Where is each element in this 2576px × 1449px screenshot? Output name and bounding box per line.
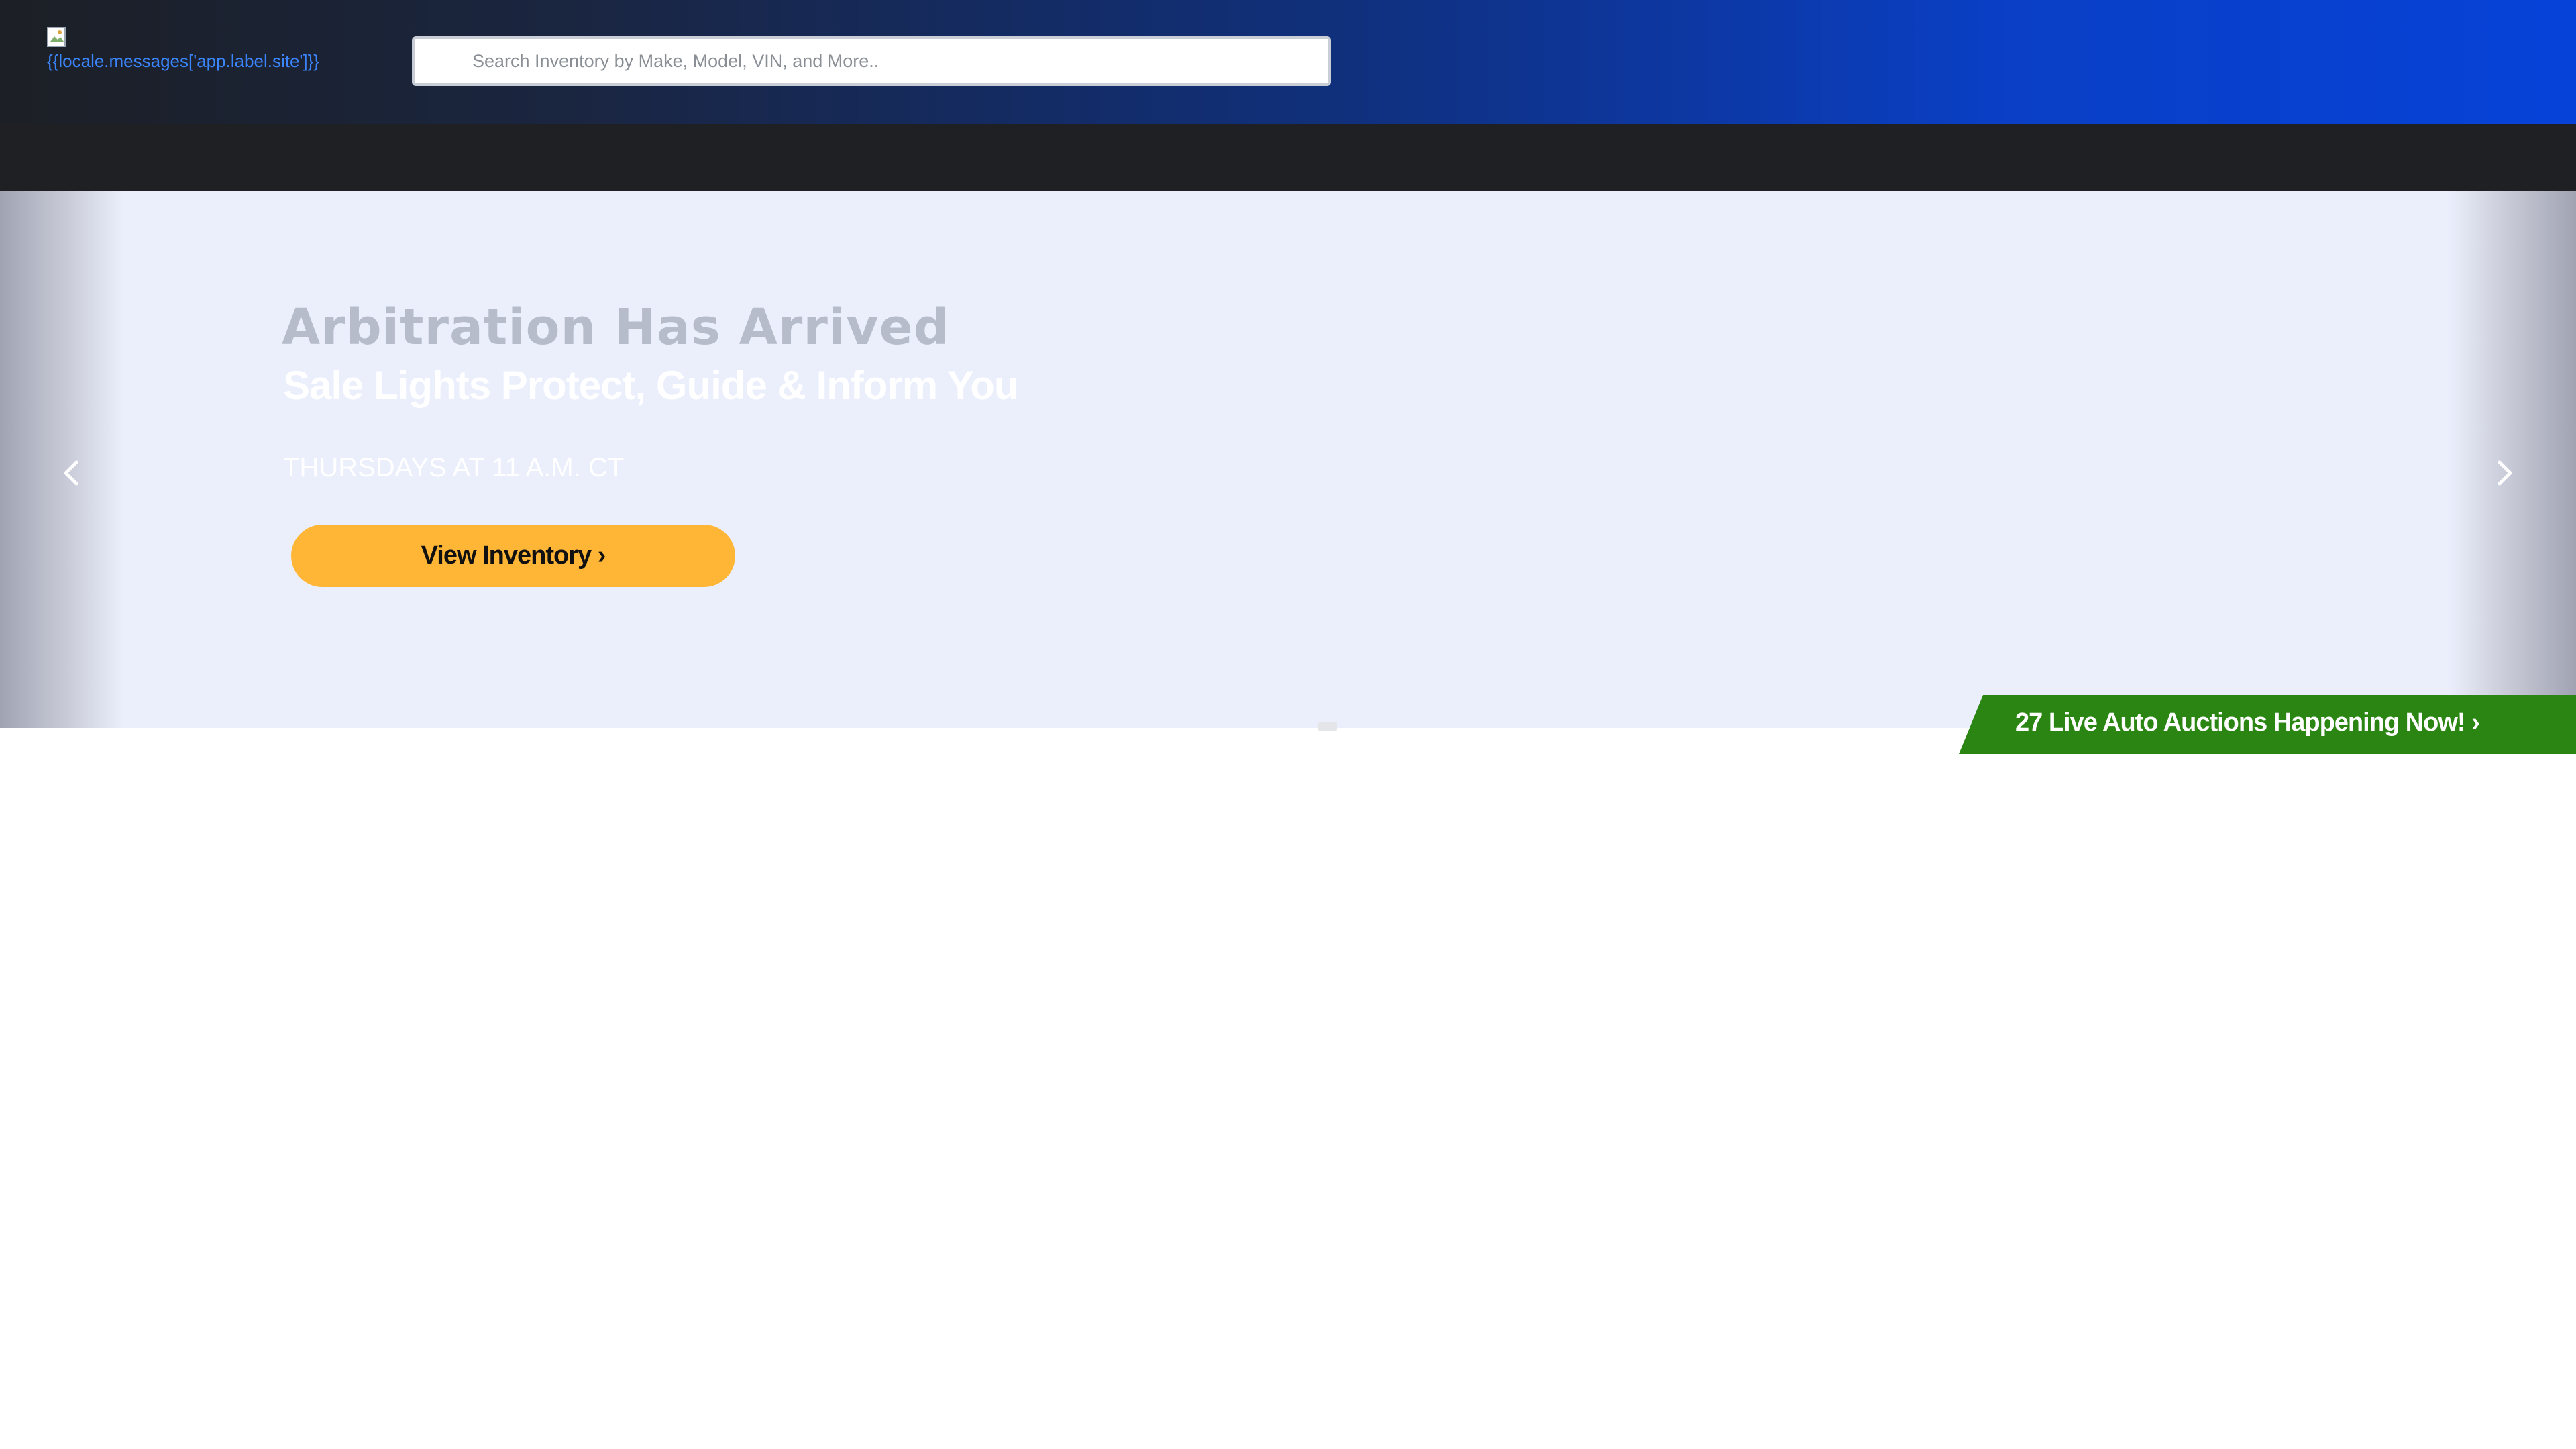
site-header: {{locale.messages['app.label.site']}} [0, 0, 2576, 124]
site-logo-link[interactable]: {{locale.messages['app.label.site']}} [47, 27, 329, 80]
hero-subtitle: Sale Lights Protect, Guide & Inform You [283, 363, 1019, 408]
hero-carousel: Arbitration Has Arrived Sale Lights Prot… [0, 191, 2576, 728]
broken-image-icon [47, 27, 66, 47]
live-auctions-banner[interactable]: 27 Live Auto Auctions Happening Now! › [1959, 695, 2576, 754]
live-auctions-label: 27 Live Auto Auctions Happening Now! › [2015, 708, 2480, 737]
inventory-search-input[interactable] [415, 39, 1328, 83]
chevron-right-icon[interactable] [2491, 453, 2518, 493]
inventory-search-box[interactable] [412, 36, 1331, 86]
hero-title: Arbitration Has Arrived [282, 299, 950, 356]
hero-schedule-text: THURSDAYS AT 11 A.M. CT [283, 453, 625, 482]
carousel-indicator[interactable] [1318, 722, 1337, 731]
chevron-left-icon[interactable] [58, 453, 85, 493]
view-inventory-button[interactable]: View Inventory › [291, 525, 735, 587]
main-navigation-bar [0, 124, 2576, 191]
site-logo-alt-text: {{locale.messages['app.label.site']}} [47, 51, 319, 71]
